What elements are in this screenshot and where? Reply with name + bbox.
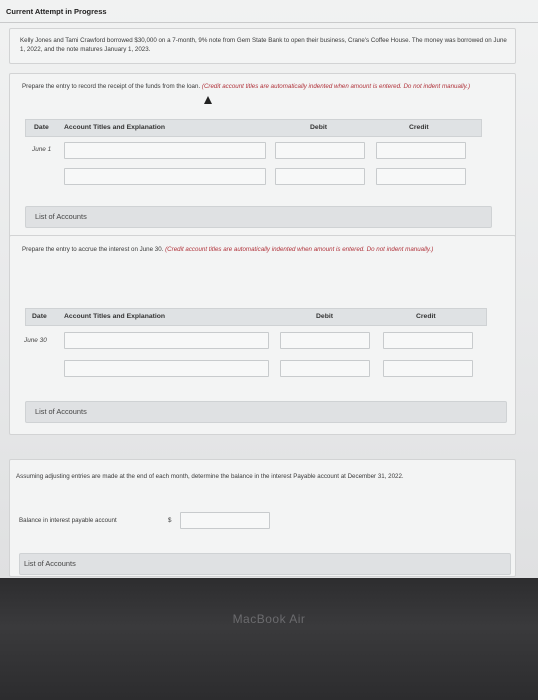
list-of-accounts-label: List of Accounts (35, 212, 87, 221)
mouse-pointer-icon (204, 96, 212, 104)
laptop-bezel (0, 578, 538, 700)
problem-text: Kelly Jones and Tami Crawford borrowed $… (20, 37, 507, 53)
balance-label: Balance in interest payable account (19, 517, 117, 524)
part1-note: (Credit account titles are automatically… (201, 83, 471, 90)
col-account: Account Titles and Explanation (64, 124, 166, 131)
part1-row2-credit-input[interactable] (376, 168, 466, 185)
part2-instruction: Prepare the entry to accrue the interest… (22, 246, 502, 255)
part2-row2-debit-input[interactable] (280, 360, 370, 377)
screen: Current Attempt in Progress Kelly Jones … (0, 0, 538, 578)
part1-row1-debit-input[interactable] (275, 142, 365, 159)
part1-card: Prepare the entry to record the receipt … (9, 73, 516, 245)
col-credit: Credit (416, 313, 436, 320)
page-title: Current Attempt in Progress (6, 7, 107, 16)
part2-date: June 30 (24, 337, 47, 344)
device-label: MacBook Air (232, 612, 306, 626)
part2-card: Prepare the entry to accrue the interest… (9, 235, 516, 435)
part3-instruction: Assuming adjusting entries are made at t… (16, 473, 404, 480)
part1-list-of-accounts-button[interactable]: List of Accounts (25, 206, 492, 228)
part2-table-header: Date Account Titles and Explanation Debi… (25, 308, 487, 326)
list-of-accounts-label: List of Accounts (35, 407, 87, 416)
part2-row1-account-input[interactable] (64, 332, 269, 349)
part1-instruction-text: Prepare the entry to record the receipt … (22, 83, 201, 90)
problem-card: Kelly Jones and Tami Crawford borrowed $… (9, 28, 516, 64)
header-divider (0, 22, 538, 23)
part1-row1-credit-input[interactable] (376, 142, 466, 159)
col-debit: Debit (316, 313, 333, 320)
part2-row1-debit-input[interactable] (280, 332, 370, 349)
list-of-accounts-label: List of Accounts (24, 559, 76, 568)
part1-table-header: Date Account Titles and Explanation Debi… (25, 119, 482, 137)
part2-instruction-text: Prepare the entry to accrue the interest… (22, 246, 164, 253)
part3-list-of-accounts-button[interactable]: List of Accounts (19, 553, 511, 575)
col-date: Date (34, 124, 49, 131)
col-date: Date (32, 313, 47, 320)
part1-row2-debit-input[interactable] (275, 168, 365, 185)
part2-row2-credit-input[interactable] (383, 360, 473, 377)
part3-card: Assuming adjusting entries are made at t… (9, 459, 516, 577)
col-account: Account Titles and Explanation (64, 313, 166, 320)
balance-input[interactable] (180, 512, 270, 529)
part2-row2-account-input[interactable] (64, 360, 269, 377)
col-credit: Credit (409, 124, 429, 131)
part1-date: June 1 (32, 146, 52, 153)
part1-instruction: Prepare the entry to record the receipt … (22, 83, 492, 92)
currency-symbol: $ (168, 517, 172, 524)
col-debit: Debit (310, 124, 327, 131)
part1-row1-account-input[interactable] (64, 142, 266, 159)
part1-row2-account-input[interactable] (64, 168, 266, 185)
part2-note: (Credit account titles are automatically… (165, 246, 434, 253)
part2-row1-credit-input[interactable] (383, 332, 473, 349)
part2-list-of-accounts-button[interactable]: List of Accounts (25, 401, 507, 423)
